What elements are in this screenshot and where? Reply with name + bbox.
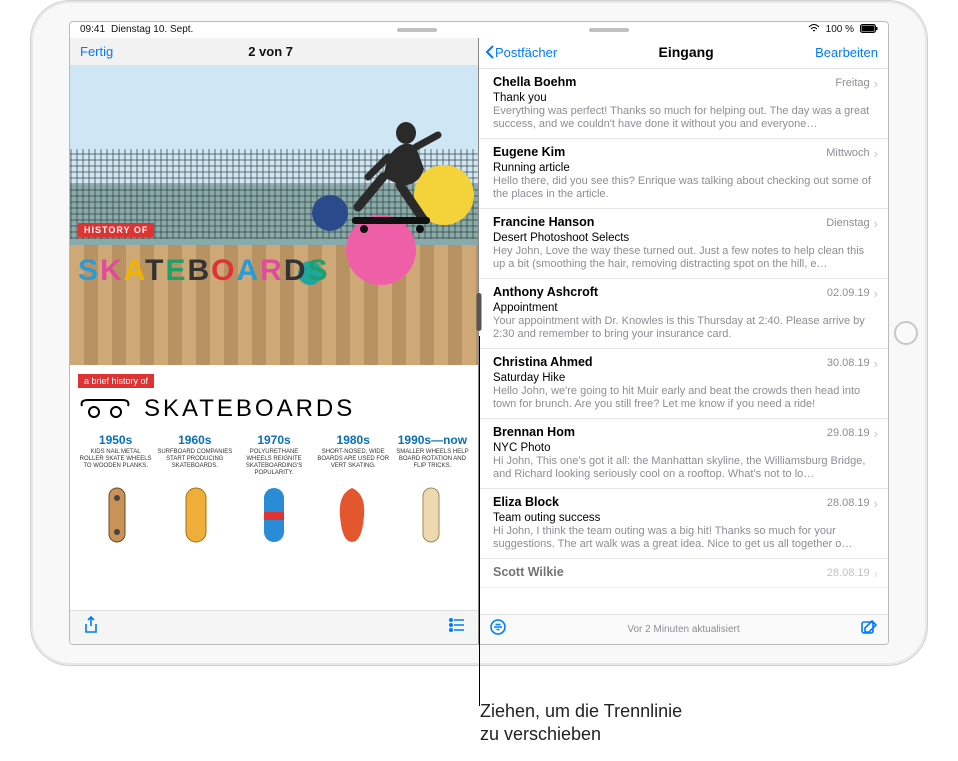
skateboards-title: SKATEBOARDS — [78, 254, 330, 288]
decade-text: SMALLER WHEELS HELP BOARD ROTATION AND F… — [395, 449, 470, 471]
mail-subject: Team outing success — [493, 512, 878, 524]
mail-sender: Scott Wilkie — [493, 565, 564, 579]
chevron-right-icon: › — [874, 286, 878, 301]
decade-text: POLYURETHANE WHEELS REIGNITE SKATEBOARDI… — [236, 449, 311, 478]
left-app-safari: Fertig 2 von 7 HISTORY OF — [70, 38, 479, 644]
left-toolbar — [70, 610, 478, 644]
mail-sender: Anthony Ashcroft — [493, 285, 598, 299]
brief-history-title: SKATEBOARDS — [144, 395, 355, 423]
mail-date: Mittwoch› — [826, 146, 878, 161]
chevron-right-icon: › — [874, 216, 878, 231]
right-app-mail: Postfächer Eingang Bearbeiten Chella Boe… — [479, 38, 888, 644]
callout-text: Ziehen, um die Trennlinie zu verschieben — [480, 700, 682, 745]
history-badge: HISTORY OF — [78, 223, 154, 237]
chevron-right-icon: › — [874, 146, 878, 161]
battery-icon — [860, 24, 878, 36]
wifi-icon — [808, 23, 820, 36]
mail-item[interactable]: Eugene Kim Mittwoch› Running article Hell… — [479, 139, 888, 209]
mail-title: Eingang — [659, 44, 714, 60]
callout-line-2: zu verschieben — [480, 723, 682, 746]
mail-subject: Saturday Hike — [493, 372, 878, 384]
left-app-header: Fertig 2 von 7 — [70, 38, 478, 65]
status-bar: 09:41 Dienstag 10. Sept. 100 % — [70, 22, 888, 38]
tabs-list-icon[interactable] — [448, 616, 466, 639]
mail-preview: Hello John, we're going to hit Muir earl… — [493, 385, 878, 413]
decade-year: 1980s — [316, 433, 391, 447]
mail-preview: Everything was perfect! Thanks so much f… — [493, 105, 878, 133]
battery-percent: 100 % — [826, 24, 854, 35]
mail-preview: Hi John, This one's got it all: the Manh… — [493, 455, 878, 483]
mail-back-button[interactable]: Postfächer — [485, 45, 557, 60]
mail-sender: Eugene Kim — [493, 145, 565, 159]
mail-date: Freitag› — [835, 76, 878, 91]
mail-back-label: Postfächer — [495, 45, 557, 60]
mail-sender: Christina Ahmed — [493, 355, 593, 369]
mail-preview: Hello there, did you see this? Enrique w… — [493, 175, 878, 203]
done-button[interactable]: Fertig — [80, 44, 113, 59]
mail-date: 29.08.19› — [827, 426, 878, 441]
mail-sender: Eliza Block — [493, 495, 559, 509]
mail-item[interactable]: Brennan Hom 29.08.19› NYC Photo Hi John, … — [479, 419, 888, 489]
mail-date: 02.09.19› — [827, 286, 878, 301]
filter-icon[interactable] — [489, 618, 507, 641]
mail-sender: Brennan Hom — [493, 425, 575, 439]
tab-counter: 2 von 7 — [248, 44, 293, 59]
mail-item[interactable]: Eliza Block 28.08.19› Team outing success… — [479, 489, 888, 559]
callout-leader-line — [479, 336, 480, 706]
mail-date: 30.08.19› — [827, 356, 878, 371]
mail-item[interactable]: Francine Hanson Dienstag› Desert Photosho… — [479, 209, 888, 279]
mail-subject: Appointment — [493, 302, 878, 314]
skater-illustration — [328, 107, 448, 247]
mail-list[interactable]: Chella Boehm Freitag› Thank you Everythin… — [479, 69, 888, 614]
mail-preview: Hi John, I think the team outing was a b… — [493, 525, 878, 553]
share-icon[interactable] — [82, 616, 100, 639]
mail-subject: Running article — [493, 162, 878, 174]
mail-sender: Chella Boehm — [493, 75, 576, 89]
chevron-right-icon: › — [874, 76, 878, 91]
decades-row: 1950s KIDS NAIL METAL ROLLER SKATE WHEELS… — [78, 433, 470, 478]
mail-status: Vor 2 Minuten aktualisiert — [627, 624, 739, 635]
mail-preview: Your appointment with Dr. Knowles is thi… — [493, 315, 878, 343]
decade-text: KIDS NAIL METAL ROLLER SKATE WHEELS TO W… — [78, 449, 153, 471]
chevron-right-icon: › — [874, 426, 878, 441]
mail-item[interactable]: Scott Wilkie 28.08.19› — [479, 559, 888, 588]
webpage-content[interactable]: HISTORY OF SKATEBOARDS — [70, 65, 478, 610]
decade-year: 1990s—now — [395, 433, 470, 447]
skateboard-icon — [78, 392, 132, 427]
multitask-pill-left[interactable] — [397, 28, 437, 32]
mail-subject: Desert Photoshoot Selects — [493, 232, 878, 244]
callout-line-1: Ziehen, um die Trennlinie — [480, 700, 682, 723]
decade-year: 1970s — [236, 433, 311, 447]
brief-history-badge: a brief history of — [78, 374, 154, 388]
mail-item[interactable]: Anthony Ashcroft 02.09.19› Appointment Yo… — [479, 279, 888, 349]
mail-subject: Thank you — [493, 92, 878, 104]
decade-text: SHORT-NOSED, WIDE BOARDS ARE USED FOR VE… — [316, 449, 391, 471]
home-button[interactable] — [894, 321, 918, 345]
chevron-right-icon: › — [874, 566, 878, 581]
mail-header: Postfächer Eingang Bearbeiten — [479, 38, 888, 69]
chevron-right-icon: › — [874, 496, 878, 511]
decade-year: 1950s — [78, 433, 153, 447]
mail-date: Dienstag› — [826, 216, 878, 231]
mail-item[interactable]: Chella Boehm Freitag› Thank you Everythin… — [479, 69, 888, 139]
mail-date: 28.08.19› — [827, 496, 878, 511]
mail-item[interactable]: Christina Ahmed 30.08.19› Saturday Hike H… — [479, 349, 888, 419]
status-date: Dienstag 10. Sept. — [111, 24, 193, 35]
mail-sender: Francine Hanson — [493, 215, 594, 229]
mail-preview: Hey John, Love the way these turned out.… — [493, 245, 878, 273]
split-view-divider[interactable] — [477, 293, 482, 331]
multitask-pill-right[interactable] — [589, 28, 629, 32]
compose-icon[interactable] — [860, 618, 878, 641]
decade-year: 1960s — [157, 433, 232, 447]
status-time: 09:41 — [80, 24, 105, 35]
mail-edit-button[interactable]: Bearbeiten — [815, 45, 878, 60]
decade-text: SURFBOARD COMPANIES START PRODUCING SKAT… — [157, 449, 232, 471]
mail-toolbar: Vor 2 Minuten aktualisiert — [479, 614, 888, 644]
mail-date: 28.08.19› — [827, 566, 878, 581]
chevron-left-icon — [485, 45, 494, 59]
mail-subject: NYC Photo — [493, 442, 878, 454]
boards-row — [78, 484, 470, 546]
chevron-right-icon: › — [874, 356, 878, 371]
